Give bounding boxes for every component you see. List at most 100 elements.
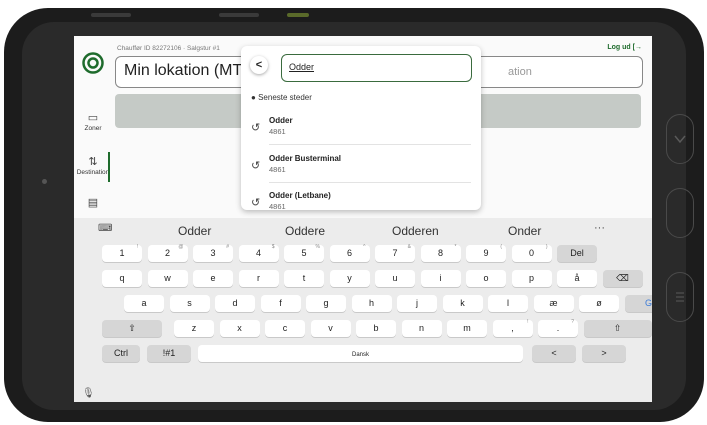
suggestion[interactable]: Oddere [285, 224, 325, 238]
key-k[interactable]: k [442, 295, 483, 312]
symbols-key[interactable]: !#1 [147, 345, 191, 362]
ctrl-key[interactable]: Ctrl [102, 345, 140, 362]
recents-side-button[interactable] [666, 272, 694, 322]
key-8[interactable]: 8 * [420, 244, 461, 262]
more-options-icon[interactable]: ··· [594, 222, 605, 234]
key-e[interactable]: e [193, 270, 233, 287]
destination-placeholder: ation [508, 66, 532, 78]
route-icon: ⇅ [88, 156, 98, 168]
key-7[interactable]: 7 & [375, 244, 415, 262]
key-secondary-label: @ [178, 244, 184, 250]
keyboard-toggle-icon[interactable]: ⌨ [98, 223, 112, 234]
key-label: t [302, 273, 306, 283]
key-å[interactable]: å [557, 270, 597, 287]
key-z[interactable]: z [174, 320, 214, 337]
key-label: j [416, 298, 418, 308]
key-w[interactable]: w [147, 270, 188, 287]
key-h[interactable]: h [351, 295, 392, 312]
home-side-button[interactable] [666, 188, 694, 238]
key-u[interactable]: u [375, 270, 415, 287]
back-side-button[interactable] [666, 114, 694, 164]
key-punct[interactable]: ,! [492, 319, 533, 337]
arrow-left-key-icon[interactable]: < [532, 345, 576, 362]
key-6[interactable]: 6 ^ [329, 244, 370, 262]
result-zip: 4861 [269, 202, 286, 210]
key-label: u [392, 273, 398, 283]
key-secondary-label: ! [136, 244, 138, 250]
sidebar-item-receipt[interactable]: ▤ [74, 196, 112, 210]
suggestion[interactable]: Odder [178, 224, 211, 238]
key-ø[interactable]: ø [579, 295, 619, 312]
suggestion[interactable]: Odderen [392, 224, 439, 238]
key-3[interactable]: 3 # [193, 244, 233, 262]
key-æ[interactable]: æ [533, 295, 574, 312]
space-key[interactable]: Dansk [198, 345, 523, 362]
delete-key[interactable]: Del [557, 245, 597, 262]
key-secondary-label: # [226, 244, 229, 250]
key-2[interactable]: 2 @ [147, 244, 188, 262]
key-j[interactable]: j [397, 295, 437, 312]
key-r[interactable]: r [238, 270, 279, 287]
result-zip: 4861 [269, 127, 286, 136]
key-n[interactable]: n [401, 320, 442, 337]
sidebar-item-destination[interactable]: ⇅ Destination [74, 155, 112, 176]
key-9[interactable]: 9( [466, 244, 506, 262]
shift-key-icon[interactable]: ⇧ [583, 320, 652, 337]
key-label: s [187, 298, 192, 308]
divider [269, 182, 471, 183]
arrow-right-key-icon[interactable]: > [582, 345, 626, 362]
key-x[interactable]: x [219, 320, 260, 337]
key-p[interactable]: p [511, 270, 552, 287]
key-secondary-label: ) [545, 244, 548, 250]
key-label: Dansk [351, 352, 369, 358]
key-punct[interactable]: .? [538, 319, 578, 337]
go-key[interactable]: Gå [624, 295, 652, 312]
key-s[interactable]: s [169, 295, 210, 312]
key-4[interactable]: 4 $ [238, 244, 279, 262]
key-f[interactable]: f [260, 295, 301, 312]
result-name: Odder [269, 116, 293, 125]
key-m[interactable]: m [447, 320, 487, 337]
key-label: < [551, 348, 557, 358]
key-label: w [164, 273, 171, 283]
key-c[interactable]: c [265, 320, 305, 337]
key-secondary-label: % [315, 244, 320, 250]
key-t[interactable]: t [284, 270, 324, 287]
app-logo-icon [82, 52, 104, 74]
key-label: 0 [528, 248, 534, 258]
key-a[interactable]: a [124, 295, 164, 312]
key-5[interactable]: 5% [284, 244, 324, 262]
key-label: a [141, 298, 147, 308]
list-item[interactable]: ↺ Odder Busterminal 4861 [251, 147, 473, 183]
key-label: k [460, 298, 465, 308]
list-item[interactable]: ↺ Odder 4861 [251, 109, 473, 145]
key-q[interactable]: q [102, 270, 142, 287]
shift-key-icon[interactable]: ⇧ [102, 320, 162, 337]
key-label: 2 [164, 248, 170, 258]
key-l[interactable]: l [488, 295, 528, 312]
list-item[interactable]: ↺ Odder (Letbane) 4861 [251, 184, 473, 210]
key-label: ⇧ [128, 323, 136, 333]
key-d[interactable]: d [215, 295, 255, 312]
key-o[interactable]: o [466, 270, 506, 287]
key-b[interactable]: b [356, 320, 396, 337]
microphone-icon[interactable]: 🎙 [82, 388, 95, 399]
key-i[interactable]: i [420, 270, 461, 287]
logout-button[interactable]: Log ud [→ [607, 44, 642, 51]
key-0[interactable]: 0) [511, 244, 552, 262]
suggestion[interactable]: Onder [508, 224, 541, 238]
key-label: ⌫ [616, 273, 629, 283]
logout-arrow-icon: [→ [632, 44, 642, 51]
key-label: d [232, 298, 238, 308]
search-input[interactable]: Odder [281, 54, 472, 82]
receipt-icon: ▤ [87, 197, 99, 209]
sidebar-item-zoner[interactable]: ▭ Zoner [74, 111, 112, 132]
key-g[interactable]: g [306, 295, 346, 312]
key-label: Gå [644, 298, 652, 308]
key-y[interactable]: y [329, 270, 370, 287]
key-1[interactable]: 1! [102, 244, 142, 262]
chevron-down-icon [674, 135, 686, 144]
backspace-icon[interactable]: ⌫ [602, 270, 643, 287]
key-v[interactable]: v [310, 320, 351, 337]
back-button[interactable]: < [250, 56, 268, 74]
